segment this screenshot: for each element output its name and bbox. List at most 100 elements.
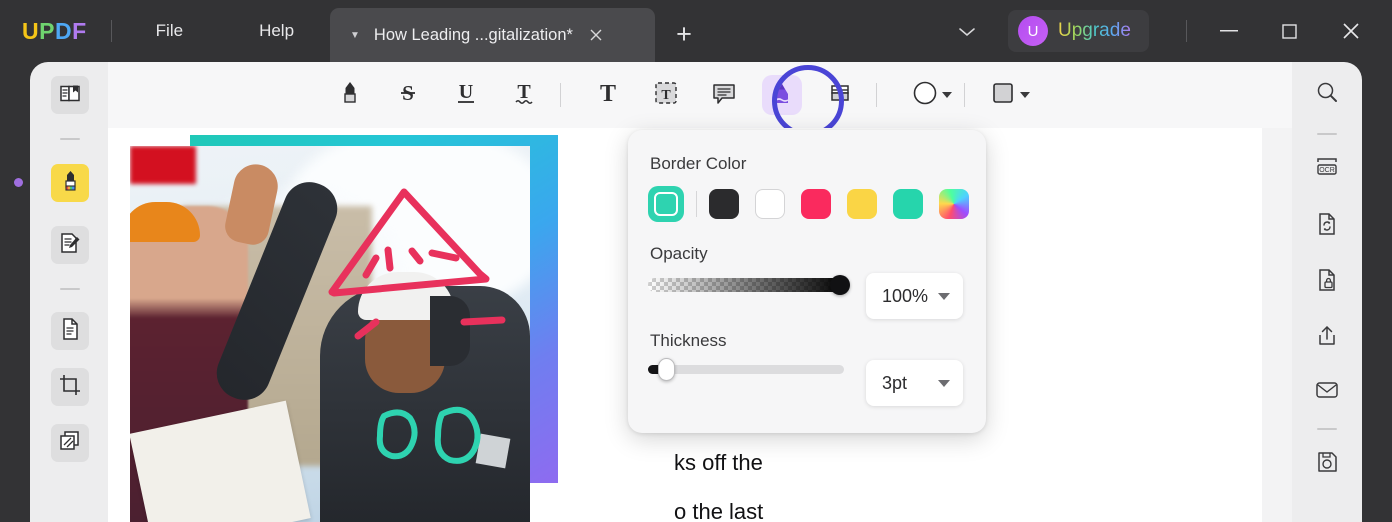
chevron-down-icon[interactable] (941, 92, 952, 98)
thickness-slider[interactable] (648, 358, 844, 381)
thickness-dropdown[interactable]: 3pt (866, 360, 963, 406)
logo-letter-d: D (54, 17, 73, 44)
chevron-down-icon[interactable] (1019, 92, 1030, 98)
swatch-pink[interactable] (801, 189, 831, 219)
swatch-white[interactable] (755, 189, 785, 219)
close-icon[interactable] (1334, 16, 1368, 46)
svg-text:OCR: OCR (1319, 167, 1335, 174)
tool-textbox[interactable]: T (644, 73, 688, 117)
sidebar-item-reader[interactable] (51, 76, 89, 114)
edit-document-icon (58, 231, 82, 260)
minimize-icon[interactable] (1212, 16, 1246, 46)
thickness-slider-row (648, 358, 844, 381)
text-icon: T (594, 79, 622, 112)
swatch-pink-wrap[interactable] (801, 189, 831, 219)
chevron-down-icon[interactable]: ▼ (350, 30, 360, 41)
swatch-white-wrap[interactable] (755, 189, 785, 219)
book-reader-icon (58, 81, 82, 110)
color-swatch-row (648, 186, 969, 222)
page-text-line: ks off the (674, 450, 763, 475)
rail-search[interactable] (1309, 76, 1345, 112)
tool-squiggly[interactable]: T (502, 73, 546, 117)
strikethrough-icon: S (394, 79, 422, 112)
swatch-black-wrap[interactable] (709, 189, 739, 219)
highlighter-icon (58, 168, 83, 198)
crop-icon (58, 373, 82, 402)
tool-shape[interactable] (980, 73, 1038, 117)
toolbar-separator-3 (964, 83, 965, 107)
swatch-yellow-wrap[interactable] (847, 189, 877, 219)
underline-icon: U (452, 79, 480, 112)
upgrade-badge: U (1018, 16, 1048, 46)
swatch-green[interactable] (893, 189, 923, 219)
opacity-slider-row (648, 275, 850, 295)
swatch-rainbow-wrap[interactable] (939, 189, 969, 219)
active-tool-indicator (772, 65, 844, 137)
opacity-value: 100% (882, 285, 929, 306)
swatch-black[interactable] (709, 189, 739, 219)
sidebar-item-page[interactable] (51, 312, 89, 350)
close-icon[interactable] (585, 24, 607, 46)
document-tab[interactable]: ▼ How Leading ...gitalization* (330, 8, 655, 62)
rail-email[interactable] (1309, 374, 1345, 410)
new-tab-button[interactable]: + (668, 18, 700, 50)
tool-underline[interactable]: U (444, 73, 488, 117)
opacity-slider[interactable] (648, 275, 850, 295)
sidebar-item-annotate[interactable] (51, 164, 89, 202)
logo-letter-u: U (22, 17, 40, 44)
lock-document-icon (1315, 268, 1339, 297)
chevron-down-icon[interactable] (950, 18, 984, 46)
sidebar-item-organize[interactable] (51, 424, 89, 462)
swatch-teal-selected[interactable] (648, 186, 684, 222)
tool-text[interactable]: T (586, 73, 630, 117)
thickness-value: 3pt (882, 372, 908, 393)
toolbar-separator-1 (560, 83, 561, 107)
titlebar-divider-2 (1186, 20, 1187, 42)
svg-text:T: T (517, 81, 531, 103)
rail-save[interactable] (1309, 446, 1345, 482)
swatch-selected-ring (654, 192, 678, 216)
rail-convert[interactable] (1309, 208, 1345, 244)
sidebar-collapse-indicator[interactable] (14, 178, 23, 187)
swatch-rainbow[interactable] (939, 189, 969, 219)
svg-text:U: U (459, 81, 473, 103)
tool-color[interactable] (902, 73, 960, 117)
save-floppy-icon (1315, 450, 1339, 479)
rail-ocr[interactable]: OCR (1309, 152, 1345, 188)
convert-document-icon (1315, 212, 1339, 241)
border-color-label: Border Color (650, 154, 747, 173)
rail-share[interactable] (1309, 320, 1345, 356)
swatch-yellow[interactable] (847, 189, 877, 219)
thickness-label: Thickness (650, 331, 727, 350)
chevron-down-icon[interactable] (938, 292, 950, 300)
svg-text:T: T (600, 81, 616, 107)
tool-comment[interactable] (702, 73, 746, 117)
ink-annotation-teal-circles (376, 406, 481, 464)
swatch-green-wrap[interactable] (893, 189, 923, 219)
tool-strikethrough[interactable]: S (386, 73, 430, 117)
tool-highlight[interactable] (328, 73, 372, 117)
menu-help[interactable]: Help (245, 15, 308, 47)
chevron-down-icon[interactable] (938, 379, 950, 387)
updf-logo: U P D F (22, 18, 87, 45)
organize-pages-icon (58, 429, 82, 458)
opacity-slider-thumb[interactable] (830, 275, 850, 295)
sidebar-item-edit[interactable] (51, 226, 89, 264)
menu-file[interactable]: File (142, 15, 197, 47)
svg-text:T: T (661, 88, 671, 103)
maximize-icon[interactable] (1272, 16, 1306, 46)
right-divider-1 (1317, 133, 1337, 135)
rail-protect[interactable] (1309, 264, 1345, 300)
thickness-slider-thumb[interactable] (658, 358, 675, 381)
page-text-line: o the last (674, 499, 764, 522)
border-color-popup: Border Color Opacity 100% Thickness 3pt (628, 130, 986, 433)
share-upload-icon (1315, 324, 1339, 353)
opacity-label: Opacity (650, 244, 708, 263)
right-divider-2 (1317, 428, 1337, 430)
sidebar-divider-2 (60, 288, 80, 290)
upgrade-button[interactable]: U Upgrade (1008, 10, 1149, 52)
sidebar-item-crop[interactable] (51, 368, 89, 406)
titlebar-divider (110, 20, 112, 42)
toolbar-separator-2 (876, 83, 877, 107)
opacity-dropdown[interactable]: 100% (866, 273, 963, 319)
